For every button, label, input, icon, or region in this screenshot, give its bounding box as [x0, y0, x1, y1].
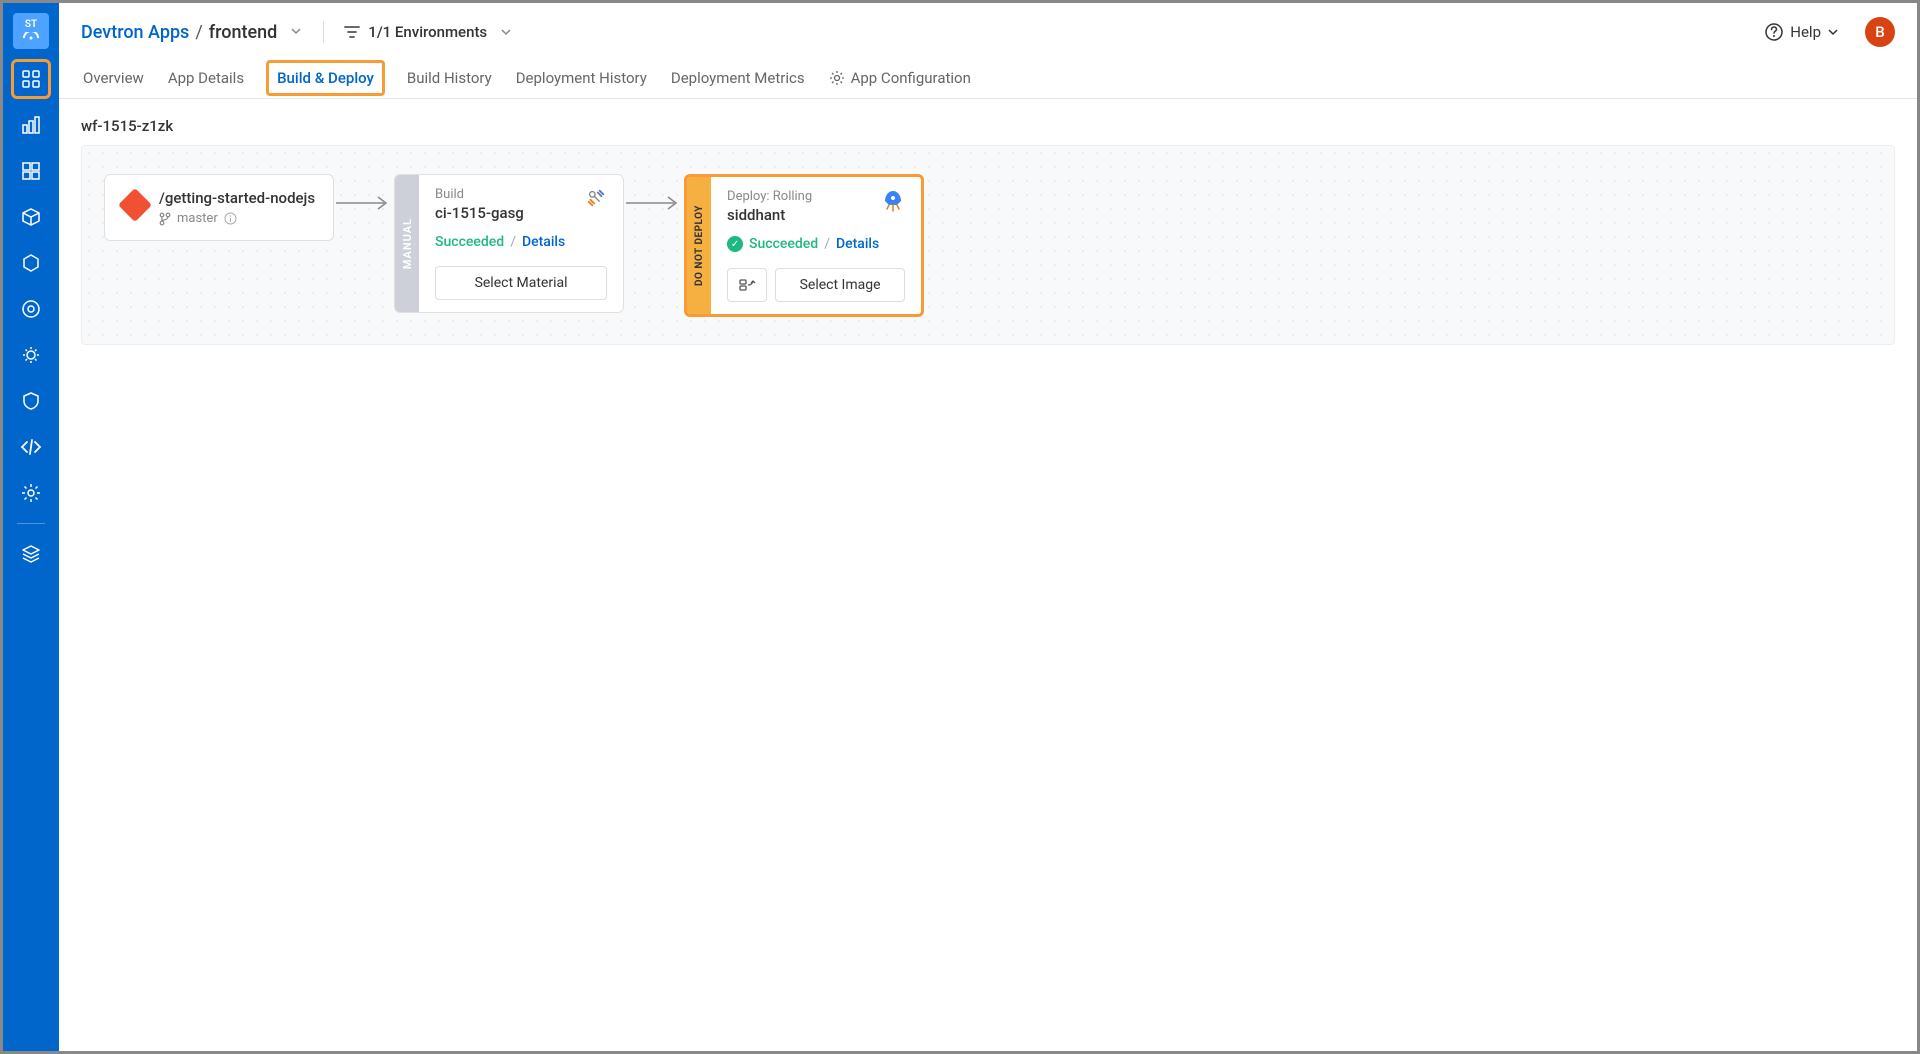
chevron-down-icon[interactable]	[289, 22, 303, 43]
info-icon	[224, 212, 237, 225]
select-image-button[interactable]: Select Image	[775, 268, 905, 302]
tab-build-history[interactable]: Build History	[405, 59, 494, 97]
avatar-letter: B	[1875, 23, 1884, 41]
breadcrumb-current: frontend	[209, 22, 278, 43]
sidebar-item-bulk-edit[interactable]	[11, 335, 51, 375]
devtron-icon	[22, 32, 40, 44]
header-divider	[323, 21, 324, 43]
sidebar-item-chart-store[interactable]	[11, 197, 51, 237]
environment-filter[interactable]: 1/1 Environments	[344, 23, 513, 41]
tab-overview[interactable]: Overview	[81, 59, 146, 97]
source-branch-name: master	[177, 211, 218, 226]
workflow-arrow	[624, 174, 684, 232]
build-trigger-label: MANUAL	[395, 175, 419, 312]
workflow-arrow	[334, 174, 394, 232]
tab-app-configuration[interactable]: App Configuration	[827, 59, 973, 97]
workflow-canvas: /getting-started-nodejs master MANUAL	[81, 145, 1895, 345]
sidebar-item-jobs[interactable]	[11, 105, 51, 145]
gear-icon	[21, 483, 41, 503]
help-button[interactable]: Help	[1764, 22, 1839, 42]
tab-deployment-metrics[interactable]: Deployment Metrics	[669, 59, 807, 97]
select-material-button[interactable]: Select Material	[435, 266, 607, 300]
breadcrumb-separator: /	[195, 22, 202, 43]
deploy-details-link[interactable]: Details	[836, 236, 879, 252]
git-icon	[118, 188, 152, 222]
grid-apps-icon	[21, 69, 41, 89]
chevron-down-icon	[1827, 26, 1839, 38]
sidebar: ST	[3, 3, 59, 1051]
env-filter-label: 1/1 Environments	[368, 23, 487, 41]
breadcrumb-parent[interactable]: Devtron Apps	[81, 22, 189, 43]
logo-text: ST	[25, 19, 37, 30]
header: Devtron Apps / frontend 1/1 Environments…	[59, 3, 1917, 57]
tab-deployment-history[interactable]: Deployment History	[514, 59, 649, 97]
source-repo: /getting-started-nodejs	[159, 189, 315, 207]
tab-config-label: App Configuration	[851, 69, 971, 87]
sidebar-divider	[17, 523, 45, 524]
branch-icon	[159, 212, 171, 226]
build-card: MANUAL Build ci-1515-gasg Succeeded	[394, 174, 624, 313]
sidebar-item-stack[interactable]	[11, 534, 51, 574]
package-icon	[21, 207, 41, 227]
sidebar-item-global-config[interactable]	[11, 473, 51, 513]
tabs: Overview App Details Build & Deploy Buil…	[59, 57, 1917, 99]
tab-build-deploy[interactable]: Build & Deploy	[266, 60, 385, 96]
deploy-card: DO NOT DEPLOY Deploy: Rolling siddhant ✓	[684, 174, 924, 317]
breadcrumb: Devtron Apps / frontend	[81, 22, 303, 43]
sidebar-item-clusters[interactable]	[11, 289, 51, 329]
workflow-name: wf-1515-z1zk	[59, 99, 1917, 145]
sidebar-item-integrations[interactable]	[11, 427, 51, 467]
build-details-link[interactable]: Details	[522, 234, 565, 250]
chevron-down-icon	[499, 25, 513, 39]
rocket-icon	[881, 189, 905, 217]
build-id: ci-1515-gasg	[435, 204, 524, 222]
help-icon	[1764, 22, 1784, 42]
tab-app-details[interactable]: App Details	[166, 59, 246, 97]
filter-icon	[344, 25, 360, 39]
shield-icon	[21, 391, 41, 411]
deploy-trigger-label: DO NOT DEPLOY	[687, 177, 711, 314]
layers-icon	[21, 544, 41, 564]
tools-icon	[585, 187, 607, 213]
sidebar-item-app-groups[interactable]	[11, 151, 51, 191]
build-status: Succeeded	[435, 234, 504, 250]
sidebar-item-security[interactable]	[11, 381, 51, 421]
avatar[interactable]: B	[1865, 17, 1895, 47]
deploy-environment: siddhant	[727, 206, 812, 224]
deploy-status: Succeeded	[749, 236, 818, 252]
rollback-button[interactable]	[727, 268, 767, 302]
target-icon	[21, 299, 41, 319]
gear-sun-icon	[21, 345, 41, 365]
sidebar-item-resource-browser[interactable]	[11, 243, 51, 283]
squares-icon	[21, 161, 41, 181]
sidebar-logo[interactable]: ST	[13, 13, 49, 49]
chart-icon	[21, 115, 41, 135]
gear-icon	[829, 70, 845, 86]
build-stage-label: Build	[435, 187, 524, 202]
help-label: Help	[1790, 23, 1821, 41]
cube-icon	[21, 253, 41, 273]
code-icon	[19, 438, 43, 456]
rollback-icon	[738, 277, 756, 293]
sidebar-item-applications[interactable]	[11, 59, 51, 99]
check-icon: ✓	[727, 236, 743, 252]
source-card[interactable]: /getting-started-nodejs master	[104, 174, 334, 241]
deploy-stage-label: Deploy: Rolling	[727, 189, 812, 204]
